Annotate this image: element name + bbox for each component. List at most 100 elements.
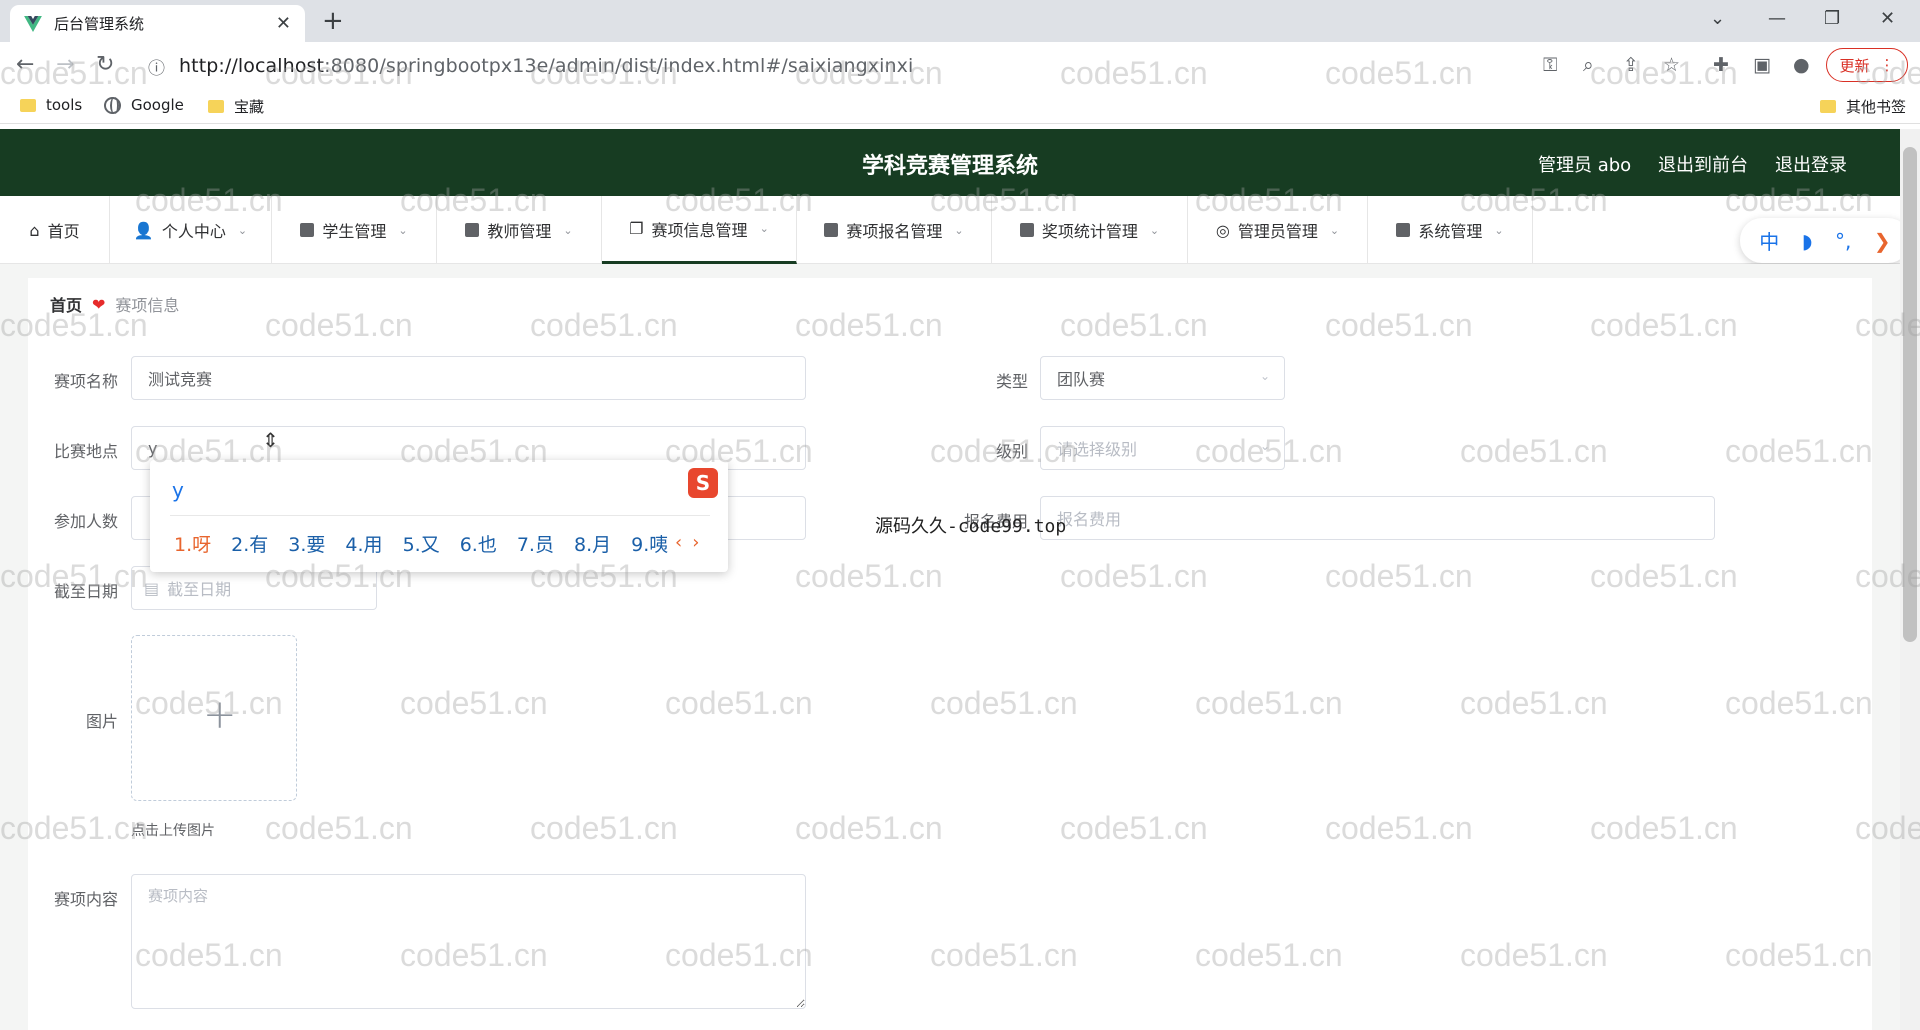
chevron-down-icon: ⌄: [1494, 223, 1504, 237]
ime-composition: y: [172, 478, 184, 502]
vue-logo-icon: [24, 15, 42, 32]
bookmark-tools[interactable]: tools: [20, 96, 82, 114]
ime-lang-icon[interactable]: 中: [1759, 226, 1779, 255]
menu-item-awards[interactable]: 奖项统计管理 ⌄: [992, 196, 1188, 264]
menu-label: 奖项统计管理: [1041, 222, 1138, 241]
bookmarks-bar: [0, 90, 1920, 124]
new-tab-icon[interactable]: +: [322, 6, 344, 36]
folder-icon: [1820, 100, 1836, 113]
zoom-icon[interactable]: ⌕: [1583, 54, 1594, 76]
awards-icon: [1019, 223, 1034, 237]
name-input[interactable]: 测试竞赛: [131, 356, 806, 400]
menu-item-event-info[interactable]: ❐ 赛项信息管理 ⌄: [602, 196, 797, 264]
ime-candidate[interactable]: 4.用: [345, 530, 382, 557]
sogou-logo-icon: S: [688, 468, 718, 498]
deadline-label: 截至日期: [53, 582, 118, 601]
chevron-down-icon: ⌄: [954, 223, 964, 237]
chevron-down-icon: ⌄: [1329, 223, 1340, 237]
tab-close-icon[interactable]: ✕: [276, 13, 291, 34]
forward-icon[interactable]: →: [56, 52, 74, 77]
menu-item-system[interactable]: 系统管理 ⌄: [1368, 196, 1533, 264]
ime-candidate[interactable]: 8.月: [574, 530, 611, 557]
menu-item-admins[interactable]: ◎ 管理员管理 ⌄: [1188, 196, 1368, 264]
type-label: 类型: [995, 372, 1028, 391]
menu-item-personal[interactable]: 👤 个人中心 ⌄: [110, 196, 272, 264]
url-text: http://localhost:8080/springbootpx13e/ad…: [179, 55, 914, 77]
ime-candidate[interactable]: 9.咦: [631, 530, 668, 557]
side-panel-icon[interactable]: ▣: [1753, 54, 1771, 76]
ime-candidate[interactable]: 3.要: [288, 530, 325, 557]
calendar-icon: ▤: [144, 578, 160, 598]
bookmark-star-icon[interactable]: ☆: [1663, 54, 1680, 76]
tab-search-icon[interactable]: ⌄: [1710, 8, 1725, 29]
breadcrumb-home[interactable]: 首页: [50, 292, 82, 316]
exit-front-link[interactable]: 退出到前台: [1658, 151, 1748, 177]
back-icon[interactable]: ←: [16, 52, 34, 77]
menu-item-home[interactable]: ⌂ 首页: [0, 196, 110, 264]
location-label: 比赛地点: [53, 442, 118, 461]
chevron-down-icon: ⌄: [1259, 369, 1270, 383]
folder-icon: [20, 98, 36, 112]
logout-link[interactable]: 退出登录: [1775, 151, 1847, 177]
share-icon[interactable]: ⇪: [1623, 54, 1639, 76]
plus-icon: +: [203, 692, 237, 738]
upload-tip: 点击上传图片: [131, 823, 215, 839]
bookmark-treasure[interactable]: 宝藏: [208, 96, 264, 117]
close-window-icon[interactable]: ✕: [1880, 8, 1895, 29]
bookmark-google[interactable]: Google: [104, 96, 184, 114]
moon-icon[interactable]: ◗: [1802, 229, 1813, 253]
content-label: 赛项内容: [53, 890, 118, 909]
folder-icon: [208, 100, 224, 113]
chevron-down-icon: ⌄: [563, 223, 573, 237]
chevron-down-icon: ⌄: [759, 222, 769, 235]
heart-icon: ❤: [92, 294, 106, 314]
teachers-icon: [465, 223, 480, 237]
ime-candidate[interactable]: 7.员: [517, 530, 554, 557]
image-label: 图片: [85, 712, 118, 731]
chevron-down-icon: ⌄: [237, 223, 248, 237]
site-info-icon[interactable]: ⓘ: [148, 54, 165, 79]
content-textarea[interactable]: [131, 874, 806, 1009]
ime-candidate[interactable]: 5.又: [403, 530, 440, 557]
restore-icon[interactable]: ❐: [1824, 8, 1840, 29]
ime-status-bar[interactable]: 中 ◗ °, ❯: [1740, 218, 1910, 263]
ime-candidate[interactable]: 6.也: [460, 530, 497, 557]
type-select[interactable]: 团队赛 ⌄: [1040, 356, 1285, 400]
ime-page-arrows-icon[interactable]: ‹›: [675, 532, 709, 553]
breadcrumb: 首页 ❤ 赛项信息: [50, 292, 179, 316]
browser-tab[interactable]: 后台管理系统 ✕: [10, 5, 305, 42]
profile-icon[interactable]: ●: [1793, 54, 1810, 76]
name-label: 赛项名称: [53, 372, 118, 391]
menu-label: 首页: [47, 222, 80, 241]
minimize-icon[interactable]: —: [1768, 8, 1786, 29]
ime-candidate[interactable]: 2.有: [231, 530, 268, 557]
menu-label: 个人中心: [161, 222, 226, 241]
browser-tabstrip: 后台管理系统 ✕ + ⌄ — ❐ ✕: [0, 0, 1920, 42]
level-placeholder: 请选择级别: [1057, 440, 1138, 459]
deadline-picker[interactable]: ▤ 截至日期: [131, 566, 377, 610]
menu-dots-icon[interactable]: ⋮: [1880, 56, 1895, 74]
chevron-down-icon: ⌄: [1259, 439, 1270, 453]
ime-candidate[interactable]: 1.呀: [174, 530, 211, 557]
menu-item-students[interactable]: 学生管理 ⌄: [272, 196, 437, 264]
globe-icon: [104, 96, 121, 114]
ime-candidates: 1.呀 2.有 3.要 4.用 5.又 6.也 7.员 8.月 9.咦: [174, 530, 668, 557]
bookmark-label: tools: [46, 96, 83, 114]
location-value: y: [148, 438, 158, 458]
level-select[interactable]: 请选择级别 ⌄: [1040, 426, 1285, 470]
update-button[interactable]: 更新 ⋮: [1826, 48, 1908, 82]
key-icon[interactable]: ⚿: [1543, 54, 1557, 76]
chevron-right-icon[interactable]: ❯: [1874, 229, 1891, 253]
extensions-icon[interactable]: ✚: [1713, 54, 1729, 76]
bookmark-other[interactable]: 其他书签: [1820, 96, 1906, 117]
menu-label: 教师管理: [487, 222, 552, 241]
image-upload[interactable]: +: [131, 635, 297, 801]
fee-input[interactable]: 报名费用: [1040, 496, 1715, 540]
scrollbar-thumb[interactable]: [1903, 147, 1917, 642]
reload-icon[interactable]: ↻: [96, 52, 114, 77]
menu-item-registration[interactable]: 赛项报名管理 ⌄: [797, 196, 992, 264]
menu-item-teachers[interactable]: 教师管理 ⌄: [437, 196, 602, 264]
type-value: 团队赛: [1057, 370, 1106, 389]
punctuation-icon[interactable]: °,: [1835, 229, 1851, 253]
menu-label: 学生管理: [322, 222, 387, 241]
